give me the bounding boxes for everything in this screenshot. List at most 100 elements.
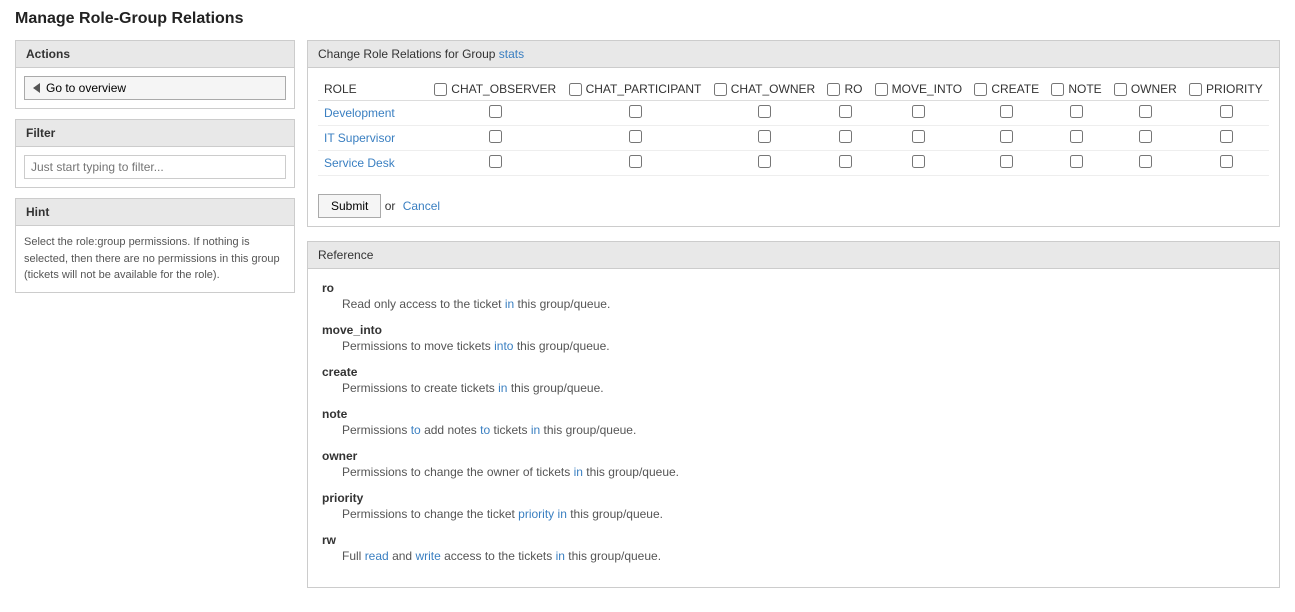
actions-header: Actions — [15, 40, 295, 68]
submit-button[interactable]: Submit — [318, 194, 381, 218]
checkbox-service-desk-create[interactable] — [1000, 155, 1013, 168]
filter-input[interactable] — [24, 155, 286, 179]
cell-move_into — [869, 151, 969, 176]
cell-move_into — [869, 126, 969, 151]
select-all-chat-owner[interactable] — [714, 83, 727, 96]
role-link[interactable]: Service Desk — [324, 156, 395, 170]
main-content: Change Role Relations for Group stats RO… — [307, 40, 1280, 602]
change-role-header-text: Change Role Relations for Group — [318, 47, 495, 61]
checkbox-development-move_into[interactable] — [912, 105, 925, 118]
col-move-into: MOVE_INTO — [869, 78, 969, 101]
actions-section: Actions Go to overview — [15, 40, 295, 109]
checkbox-it-supervisor-priority[interactable] — [1220, 130, 1233, 143]
cell-chat_owner — [708, 126, 822, 151]
checkbox-service-desk-chat_observer[interactable] — [489, 155, 502, 168]
cell-priority — [1183, 151, 1269, 176]
cancel-link[interactable]: Cancel — [403, 199, 440, 213]
checkbox-it-supervisor-owner[interactable] — [1139, 130, 1152, 143]
ref-desc-create: Permissions to create tickets in this gr… — [322, 379, 1265, 397]
cell-create — [968, 126, 1045, 151]
select-all-priority[interactable] — [1189, 83, 1202, 96]
checkbox-service-desk-chat_participant[interactable] — [629, 155, 642, 168]
cell-chat_participant — [563, 101, 708, 126]
go-to-overview-label: Go to overview — [46, 81, 126, 95]
filter-section: Filter — [15, 119, 295, 188]
ref-term-ro: ro — [322, 281, 1265, 295]
page-wrapper: Manage Role-Group Relations Actions Go t… — [0, 0, 1295, 612]
col-priority: PRIORITY — [1183, 78, 1269, 101]
col-role: ROLE — [318, 78, 428, 101]
ref-item-move_into: move_intoPermissions to move tickets int… — [322, 323, 1265, 355]
cell-priority — [1183, 101, 1269, 126]
select-all-note[interactable] — [1051, 83, 1064, 96]
change-role-relations-box: Change Role Relations for Group stats RO… — [307, 40, 1280, 227]
select-all-move-into[interactable] — [875, 83, 888, 96]
form-actions: Submit or Cancel — [308, 186, 1279, 226]
cell-move_into — [869, 101, 969, 126]
checkbox-service-desk-note[interactable] — [1070, 155, 1083, 168]
col-create: CREATE — [968, 78, 1045, 101]
select-all-create[interactable] — [974, 83, 987, 96]
checkbox-service-desk-chat_owner[interactable] — [758, 155, 771, 168]
select-all-ro[interactable] — [827, 83, 840, 96]
checkbox-development-note[interactable] — [1070, 105, 1083, 118]
checkbox-it-supervisor-move_into[interactable] — [912, 130, 925, 143]
select-all-owner[interactable] — [1114, 83, 1127, 96]
select-all-chat-observer[interactable] — [434, 83, 447, 96]
reference-header: Reference — [308, 242, 1279, 269]
select-all-chat-participant[interactable] — [569, 83, 582, 96]
checkbox-it-supervisor-chat_participant[interactable] — [629, 130, 642, 143]
ref-item-priority: priorityPermissions to change the ticket… — [322, 491, 1265, 523]
checkbox-development-chat_participant[interactable] — [629, 105, 642, 118]
checkbox-it-supervisor-note[interactable] — [1070, 130, 1083, 143]
role-cell: IT Supervisor — [318, 126, 428, 151]
ref-term-move_into: move_into — [322, 323, 1265, 337]
role-table-body: Development IT Supervisor Service Desk — [318, 101, 1269, 176]
ref-term-note: note — [322, 407, 1265, 421]
table-row: Development — [318, 101, 1269, 126]
checkbox-development-create[interactable] — [1000, 105, 1013, 118]
role-table-wrapper: ROLE CHAT_OBSERVER — [308, 68, 1279, 186]
checkbox-it-supervisor-ro[interactable] — [839, 130, 852, 143]
checkbox-service-desk-owner[interactable] — [1139, 155, 1152, 168]
cell-ro — [821, 126, 868, 151]
col-owner: OWNER — [1108, 78, 1183, 101]
checkbox-service-desk-ro[interactable] — [839, 155, 852, 168]
col-chat-participant: CHAT_PARTICIPANT — [563, 78, 708, 101]
checkbox-it-supervisor-chat_owner[interactable] — [758, 130, 771, 143]
go-to-overview-button[interactable]: Go to overview — [24, 76, 286, 100]
change-role-header: Change Role Relations for Group stats — [308, 41, 1279, 68]
col-chat-observer: CHAT_OBSERVER — [428, 78, 562, 101]
cell-priority — [1183, 126, 1269, 151]
role-cell: Service Desk — [318, 151, 428, 176]
checkbox-service-desk-priority[interactable] — [1220, 155, 1233, 168]
checkbox-development-owner[interactable] — [1139, 105, 1152, 118]
role-link[interactable]: IT Supervisor — [324, 131, 395, 145]
cell-chat_observer — [428, 151, 562, 176]
checkbox-development-ro[interactable] — [839, 105, 852, 118]
reference-body: roRead only access to the ticket in this… — [308, 269, 1279, 587]
col-note: NOTE — [1045, 78, 1108, 101]
group-name: stats — [499, 47, 524, 61]
checkbox-development-chat_observer[interactable] — [489, 105, 502, 118]
col-ro: RO — [821, 78, 868, 101]
cell-owner — [1108, 126, 1183, 151]
cell-chat_participant — [563, 151, 708, 176]
checkbox-it-supervisor-chat_observer[interactable] — [489, 130, 502, 143]
checkbox-it-supervisor-create[interactable] — [1000, 130, 1013, 143]
checkbox-service-desk-move_into[interactable] — [912, 155, 925, 168]
cell-ro — [821, 151, 868, 176]
checkbox-development-chat_owner[interactable] — [758, 105, 771, 118]
reference-box: Reference roRead only access to the tick… — [307, 241, 1280, 588]
filter-header: Filter — [15, 119, 295, 147]
cell-note — [1045, 126, 1108, 151]
ref-desc-ro: Read only access to the ticket in this g… — [322, 295, 1265, 313]
ref-item-create: createPermissions to create tickets in t… — [322, 365, 1265, 397]
cell-chat_owner — [708, 101, 822, 126]
role-link[interactable]: Development — [324, 106, 395, 120]
hint-header: Hint — [15, 198, 295, 226]
role-permissions-table: ROLE CHAT_OBSERVER — [318, 78, 1269, 176]
checkbox-development-priority[interactable] — [1220, 105, 1233, 118]
table-row: Service Desk — [318, 151, 1269, 176]
filter-body — [15, 147, 295, 188]
